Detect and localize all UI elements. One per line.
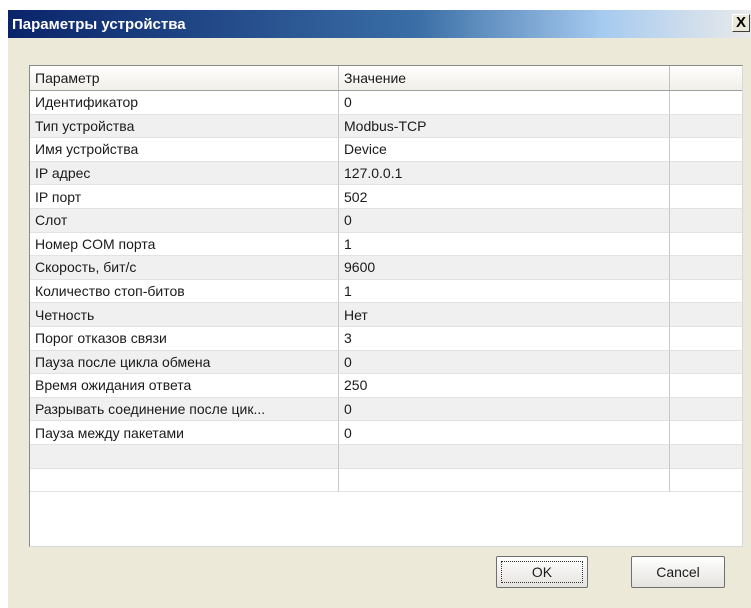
title-bar[interactable]: Параметры устройства X xyxy=(8,10,751,38)
table-row[interactable]: Номер COM порта 1 xyxy=(30,232,742,257)
extra-cell xyxy=(670,91,742,115)
value-cell[interactable]: 9600 xyxy=(339,256,670,280)
parameter-cell: Четность xyxy=(30,303,339,327)
parameter-cell xyxy=(30,468,339,493)
extra-cell xyxy=(670,327,742,351)
close-icon: X xyxy=(735,14,746,31)
value-cell[interactable]: 0 xyxy=(339,350,670,375)
parameter-cell: Пауза между пакетами xyxy=(30,421,339,445)
parameter-cell: Пауза после цикла обмена xyxy=(30,350,339,375)
extra-cell xyxy=(670,280,742,304)
value-cell[interactable]: Modbus-TCP xyxy=(339,114,670,139)
table-row[interactable]: Идентификатор 0 xyxy=(30,91,742,115)
table-row[interactable] xyxy=(30,444,742,469)
extra-cell xyxy=(670,209,742,233)
parameter-cell: Номер COM порта xyxy=(30,232,339,257)
parameter-cell: Разрывать соединение после цик... xyxy=(30,397,339,422)
table-row[interactable]: Тип устройства Modbus-TCP xyxy=(30,114,742,139)
table-row[interactable]: IP порт 502 xyxy=(30,185,742,209)
extra-cell xyxy=(670,469,742,493)
table-row[interactable]: Разрывать соединение после цик... 0 xyxy=(30,397,742,422)
table-row[interactable]: Пауза между пакетами 0 xyxy=(30,421,742,445)
value-cell[interactable]: 0 xyxy=(339,208,670,233)
extra-cell xyxy=(670,351,742,375)
ok-button[interactable]: OK xyxy=(496,556,588,588)
parameter-cell: Слот xyxy=(30,208,339,233)
extra-cell xyxy=(670,256,742,280)
parameter-cell: IP порт xyxy=(30,185,339,209)
extra-cell xyxy=(670,115,742,139)
value-cell[interactable]: 502 xyxy=(339,185,670,209)
value-cell[interactable]: 0 xyxy=(339,91,670,115)
device-parameters-dialog: Параметры устройства X Параметр Значение… xyxy=(8,10,751,608)
parameter-cell: Тип устройства xyxy=(30,114,339,139)
value-cell[interactable]: Device xyxy=(339,138,670,162)
parameter-cell: IP адрес xyxy=(30,161,339,186)
extra-cell xyxy=(670,303,742,327)
value-cell[interactable]: Нет xyxy=(339,303,670,327)
column-header-parameter[interactable]: Параметр xyxy=(30,66,339,90)
parameter-cell: Количество стоп-битов xyxy=(30,279,339,304)
table-row[interactable]: Имя устройства Device xyxy=(30,138,742,162)
value-cell[interactable]: 1 xyxy=(339,232,670,257)
extra-cell xyxy=(670,398,742,422)
focus-rectangle xyxy=(501,561,583,583)
parameter-cell: Скорость, бит/с xyxy=(30,256,339,280)
value-cell[interactable]: 0 xyxy=(339,421,670,445)
value-cell xyxy=(339,444,670,469)
table-row[interactable]: Четность Нет xyxy=(30,303,742,327)
extra-cell xyxy=(670,185,742,209)
table-row[interactable]: Слот 0 xyxy=(30,208,742,233)
cancel-button-label: Cancel xyxy=(656,564,700,580)
table-row[interactable] xyxy=(30,468,742,493)
value-cell[interactable]: 3 xyxy=(339,326,670,351)
parameter-cell: Идентификатор xyxy=(30,91,339,115)
parameter-cell: Имя устройства xyxy=(30,138,339,162)
table-body: Идентификатор 0 Тип устройства Modbus-TCP Им… xyxy=(30,91,742,493)
value-cell[interactable]: 0 xyxy=(339,397,670,422)
extra-cell xyxy=(670,162,742,186)
close-button[interactable]: X xyxy=(732,14,750,32)
extra-cell xyxy=(670,374,742,398)
parameter-cell: Порог отказов связи xyxy=(30,326,339,351)
extra-cell xyxy=(670,138,742,162)
table-row[interactable]: Количество стоп-битов 1 xyxy=(30,279,742,304)
extra-cell xyxy=(670,233,742,257)
value-cell[interactable]: 127.0.0.1 xyxy=(339,161,670,186)
cancel-button[interactable]: Cancel xyxy=(631,556,725,588)
value-cell[interactable]: 250 xyxy=(339,374,670,398)
column-header-extra[interactable] xyxy=(670,66,742,90)
dialog-title: Параметры устройства xyxy=(12,16,186,33)
extra-cell xyxy=(670,445,742,469)
value-cell xyxy=(339,468,670,493)
table-row[interactable]: IP адрес 127.0.0.1 xyxy=(30,161,742,186)
parameter-cell: Время ожидания ответа xyxy=(30,374,339,398)
parameter-cell xyxy=(30,444,339,469)
table-row[interactable]: Пауза после цикла обмена 0 xyxy=(30,350,742,375)
table-header: Параметр Значение xyxy=(30,66,742,91)
parameters-table[interactable]: Параметр Значение Идентификатор 0 Тип устр… xyxy=(29,65,743,547)
table-row[interactable]: Скорость, бит/с 9600 xyxy=(30,256,742,280)
value-cell[interactable]: 1 xyxy=(339,279,670,304)
extra-cell xyxy=(670,421,742,445)
table-row[interactable]: Порог отказов связи 3 xyxy=(30,326,742,351)
column-header-value[interactable]: Значение xyxy=(339,66,670,90)
table-row[interactable]: Время ожидания ответа 250 xyxy=(30,374,742,398)
